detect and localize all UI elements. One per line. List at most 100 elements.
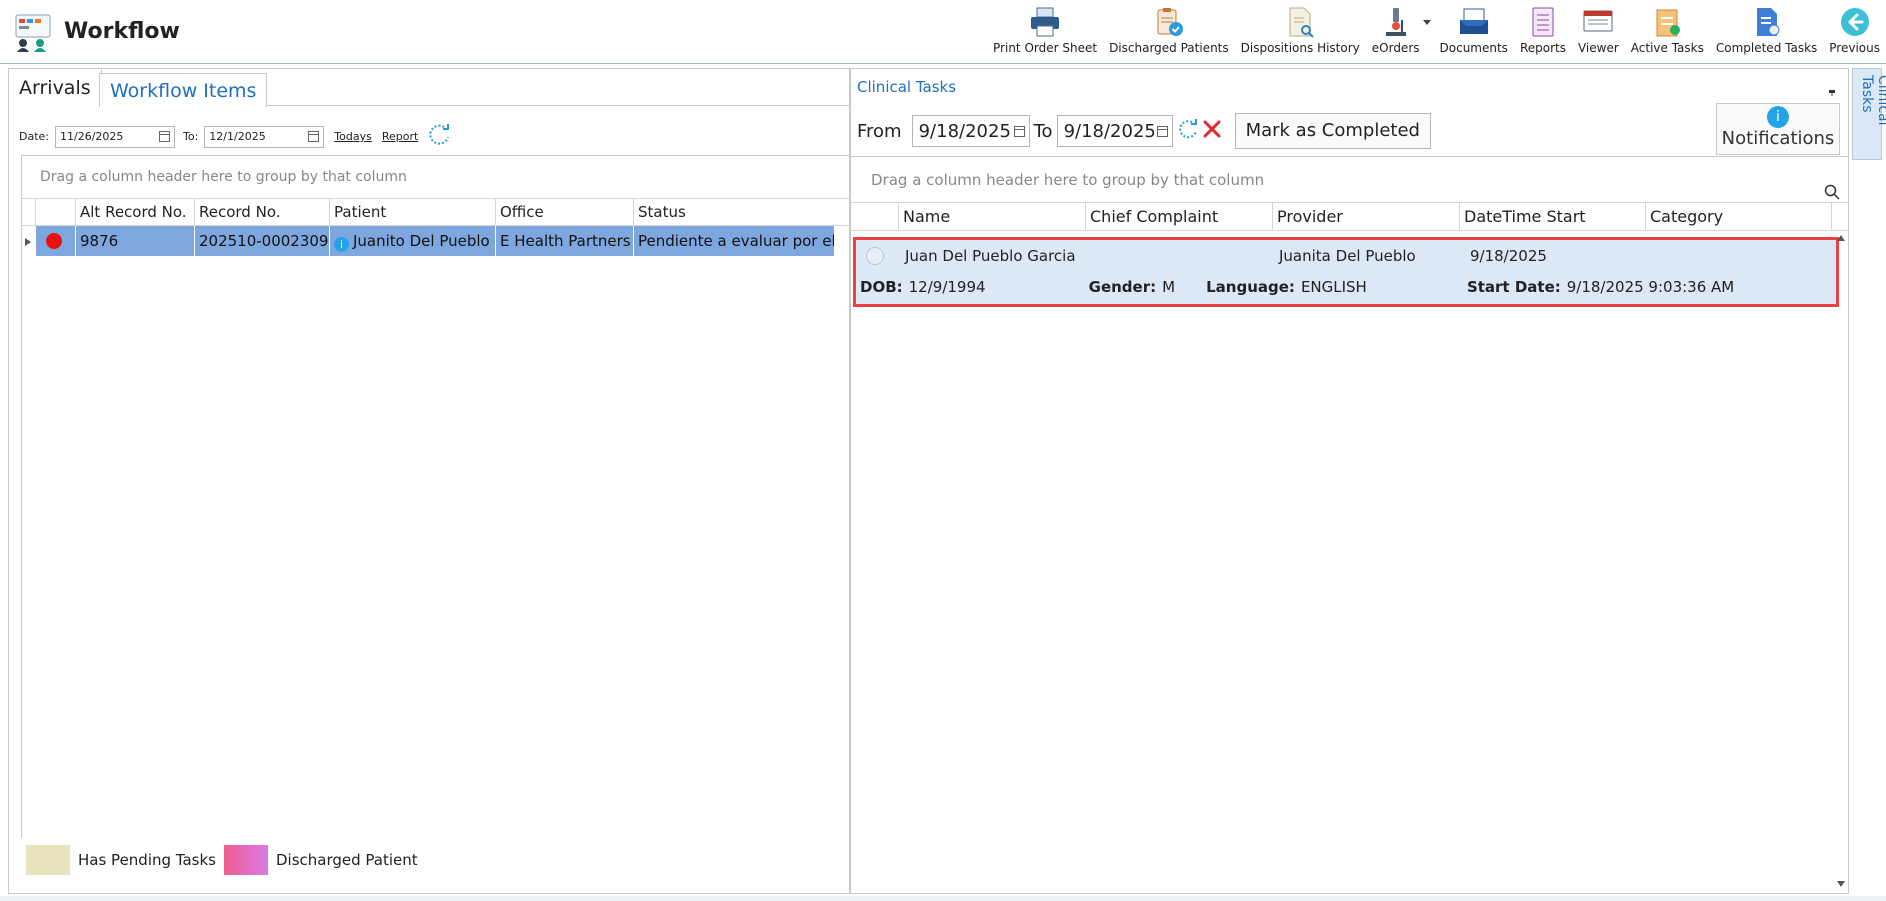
to-date-value: 9/18/2025 <box>1063 120 1156 142</box>
side-tab-label: Clinical Tasks <box>1859 75 1886 126</box>
refresh-icon[interactable] <box>1177 118 1199 145</box>
search-icon[interactable] <box>1824 172 1840 200</box>
cell-status: Pendiente a evaluar por el d <box>634 226 834 256</box>
table-row[interactable]: 9876 202510-0002309 i Juanito Del Pueblo … <box>22 226 850 256</box>
viewer-screen-icon <box>1580 4 1616 40</box>
row-expander-icon[interactable] <box>22 226 36 256</box>
from-date-field[interactable]: 9/18/2025 <box>911 115 1030 147</box>
column-header-provider[interactable]: Provider <box>1273 203 1460 230</box>
active-tasks-button[interactable]: Active Tasks <box>1625 4 1710 60</box>
indicator-column-header <box>36 199 76 225</box>
clipboard-check-icon <box>1151 4 1187 40</box>
notifications-button[interactable]: i Notifications <box>1716 103 1840 155</box>
clinical-tasks-panel: Clinical Tasks From 9/18/2025 To 9/18/20… <box>850 68 1849 894</box>
left-tabs: Arrivals Workflow Items <box>9 69 849 107</box>
group-by-hint: Drag a column header here to group by th… <box>22 156 850 199</box>
legend: Has Pending Tasks Discharged Patient <box>26 845 418 875</box>
column-header-patient[interactable]: Patient <box>330 199 496 225</box>
active-tasks-icon <box>1649 4 1685 40</box>
date-label: Date: <box>19 130 49 143</box>
viewer-label: Viewer <box>1577 41 1619 55</box>
documents-label: Documents <box>1439 41 1508 55</box>
column-header-status[interactable]: Status <box>634 199 834 225</box>
cell-patient-name: Juanito Del Pueblo <box>353 232 490 250</box>
to-label: To <box>1033 120 1053 142</box>
previous-button[interactable]: Previous <box>1823 4 1886 60</box>
from-date-value: 9/18/2025 <box>918 120 1011 142</box>
cell-alt-record: 9876 <box>76 226 195 256</box>
discharged-patients-button[interactable]: Discharged Patients <box>1103 4 1235 60</box>
eorders-button[interactable]: eOrders <box>1366 4 1426 60</box>
reports-label: Reports <box>1519 41 1566 55</box>
column-header-chief-complaint[interactable]: Chief Complaint <box>1086 203 1273 230</box>
gender-value: M <box>1162 278 1176 296</box>
calendar-icon[interactable] <box>308 131 320 142</box>
mark-as-completed-button[interactable]: Mark as Completed <box>1234 113 1431 149</box>
vertical-scrollbar[interactable] <box>1834 231 1848 891</box>
eorders-dropdown-chevron-down-icon[interactable] <box>1420 0 1434 60</box>
column-header-name[interactable]: Name <box>899 203 1086 230</box>
calendar-icon[interactable] <box>1156 125 1168 137</box>
task-row-details: DOB: 12/9/1994 Gender: M Language: ENGLI… <box>856 272 1836 302</box>
column-header-category[interactable]: Category <box>1646 203 1832 230</box>
tab-workflow-items[interactable]: Workflow Items <box>99 73 268 107</box>
dispositions-history-label: Dispositions History <box>1240 41 1360 55</box>
dispositions-history-button[interactable]: Dispositions History <box>1235 4 1366 60</box>
report-list-icon <box>1525 4 1561 40</box>
reports-button[interactable]: Reports <box>1514 4 1572 60</box>
language-value: ENGLISH <box>1300 278 1367 296</box>
to-label: To: <box>183 130 199 143</box>
arrivals-grid: Drag a column header here to group by th… <box>21 155 850 838</box>
previous-label: Previous <box>1829 41 1880 55</box>
date-from-field[interactable]: 11/26/2025 <box>55 125 175 148</box>
info-icon: i <box>1767 106 1789 128</box>
clinical-tasks-side-tab[interactable]: Clinical Tasks <box>1852 68 1886 160</box>
task-row[interactable]: Juan Del Pueblo Garcia Juanita Del Puebl… <box>853 237 1839 307</box>
date-to-field[interactable]: 12/1/2025 <box>204 125 325 148</box>
date-filter: Date: 11/26/2025 To: 12/1/2025 Todays Re… <box>19 122 452 151</box>
calendar-icon[interactable] <box>159 131 170 142</box>
completed-tasks-icon <box>1749 4 1785 40</box>
completed-tasks-button[interactable]: Completed Tasks <box>1710 4 1823 60</box>
refresh-icon[interactable] <box>426 122 452 151</box>
cell-record: 202510-0002309 <box>195 226 330 256</box>
column-header-alt-record[interactable]: Alt Record No. <box>76 199 195 225</box>
start-date-label: Start Date: <box>1466 278 1561 296</box>
workflow-logo-icon <box>14 13 54 53</box>
red-status-dot-icon <box>46 233 62 249</box>
pin-icon[interactable] <box>1828 81 1836 96</box>
info-icon[interactable]: i <box>334 237 349 252</box>
expander-column-header <box>22 199 36 225</box>
clear-filter-close-icon[interactable] <box>1201 118 1223 145</box>
group-by-hint-text: Drag a column header here to group by th… <box>871 171 1265 189</box>
completed-tasks-label: Completed Tasks <box>1715 41 1818 55</box>
tab-arrivals[interactable]: Arrivals <box>9 69 102 106</box>
task-select-cell <box>856 247 901 265</box>
column-header-datetime-start[interactable]: DateTime Start <box>1460 203 1646 230</box>
todays-link[interactable]: Todays <box>334 130 372 143</box>
task-row-main: Juan Del Pueblo Garcia Juanita Del Puebl… <box>856 240 1836 272</box>
folder-tray-icon <box>1456 4 1492 40</box>
main-toolbar: Print Order Sheet Discharged Patients Di… <box>987 4 1886 60</box>
language-label: Language: <box>1206 278 1295 296</box>
viewer-button[interactable]: Viewer <box>1572 4 1625 60</box>
start-date-value: 9/18/2025 9:03:36 AM <box>1566 278 1735 296</box>
cell-office: E Health Partners <box>496 226 634 256</box>
task-select-radio[interactable] <box>866 247 884 265</box>
printer-icon <box>1027 4 1063 40</box>
column-header-record[interactable]: Record No. <box>195 199 330 225</box>
microscope-icon <box>1378 4 1414 40</box>
grid-header: Alt Record No. Record No. Patient Office… <box>22 199 850 226</box>
dob-label: DOB: <box>860 278 903 296</box>
report-link[interactable]: Report <box>382 130 418 143</box>
calendar-icon[interactable] <box>1013 125 1025 137</box>
group-by-hint: Drag a column header here to group by th… <box>851 157 1848 203</box>
documents-button[interactable]: Documents <box>1434 4 1514 60</box>
clinical-tasks-title: Clinical Tasks <box>857 78 957 96</box>
to-date-field[interactable]: 9/18/2025 <box>1056 115 1173 147</box>
discharged-patients-label: Discharged Patients <box>1109 41 1229 55</box>
print-order-sheet-button[interactable]: Print Order Sheet <box>987 4 1103 60</box>
column-header-office[interactable]: Office <box>496 199 634 225</box>
from-label: From <box>857 120 902 142</box>
date-from-value: 11/26/2025 <box>60 130 124 143</box>
